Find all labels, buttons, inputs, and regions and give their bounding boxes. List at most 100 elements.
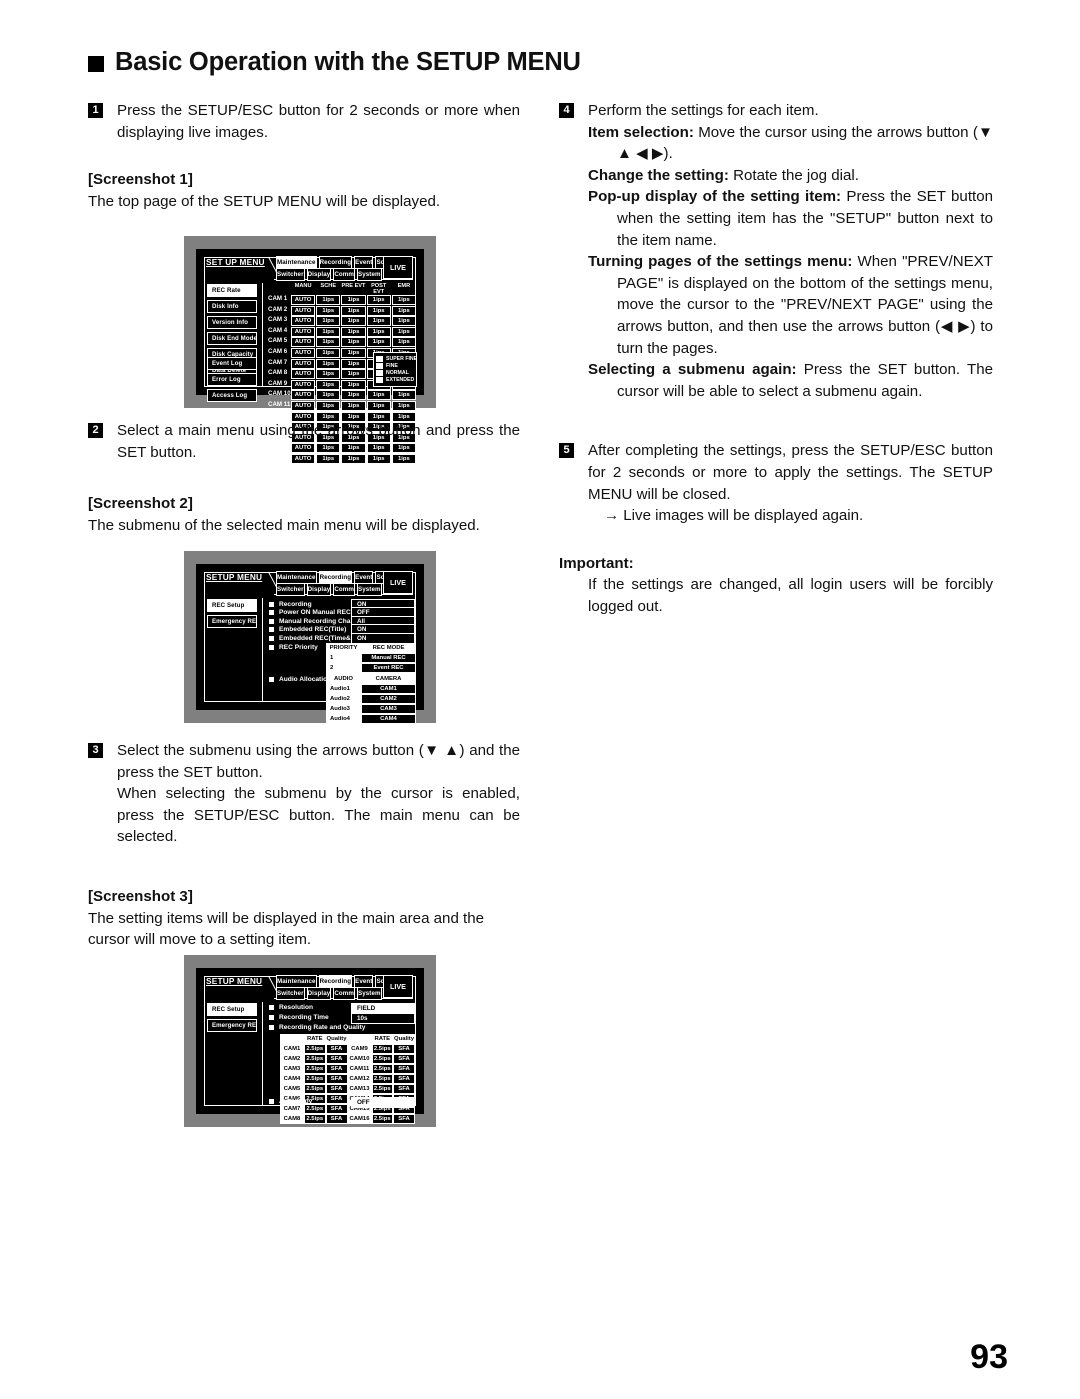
priority-mode[interactable]: Event REC [361,663,416,673]
rate-cell[interactable]: 1ips [341,326,366,337]
sidebar-item-emergency-rec[interactable]: Emergency REC [207,615,257,628]
rate-cell[interactable]: AUTO [291,316,316,327]
rate-cell[interactable]: 1ips [316,326,341,337]
rate-cell[interactable]: 1ips [366,316,391,327]
tab-switcher[interactable]: Switcher [276,268,305,281]
auto-copy-value[interactable]: OFF [351,1097,415,1108]
live-button-2[interactable]: LIVE [383,571,413,594]
rate-value[interactable]: 2.5ips [371,1074,393,1084]
sidebar-item-version-info[interactable]: Version Info [207,316,257,329]
sidebar-2[interactable]: REC Setup Emergency REC [207,599,257,631]
rate-value[interactable]: 2.5ips [304,1054,326,1064]
tab-row-1b[interactable]: Switcher Display Comm System [276,268,382,281]
rate-value[interactable]: 2.5ips [304,1104,326,1114]
tab-display[interactable]: Display [306,583,332,596]
tab-comm[interactable]: Comm [333,987,355,1000]
rate-cell[interactable]: 1ips [391,337,416,348]
rate-value[interactable]: 2.5ips [371,1064,393,1074]
quality-value[interactable]: SFA [393,1044,415,1054]
rate-value[interactable]: 2.5ips [304,1044,326,1054]
rate-value[interactable]: 2.5ips [304,1114,326,1124]
rate-cell[interactable]: 1ips [341,369,366,380]
tab-row-2b[interactable]: Switcher Display Comm System [276,583,382,596]
rate-value[interactable]: 2.5ips [304,1064,326,1074]
rate-cell[interactable]: 1ips [316,400,341,411]
tab-system[interactable]: System [356,987,382,1000]
rate-value[interactable]: 2.5ips [371,1054,393,1064]
rate-value[interactable]: 2.5ips [304,1074,326,1084]
rate-value[interactable]: 2.5ips [371,1044,393,1054]
quality-value[interactable]: SFA [325,1074,348,1084]
sidebar-item-rec-setup[interactable]: REC Setup [207,1003,257,1016]
quality-value[interactable]: SFA [325,1084,348,1094]
quality-value[interactable]: SFA [393,1084,415,1094]
sidebar-item-emergency-rec[interactable]: Emergency REC [207,1019,257,1032]
quality-value[interactable]: SFA [393,1064,415,1074]
tab-comm[interactable]: Comm [333,583,355,596]
rate-cell[interactable]: 1ips [366,337,391,348]
rate-cell[interactable]: 1ips [316,379,341,390]
rate-cell[interactable]: AUTO [291,400,316,411]
rate-cell[interactable]: 1ips [341,400,366,411]
audio-camera[interactable]: CAM2 [361,694,416,704]
sidebar-item-disk-end-mode[interactable]: Disk End Mode [207,332,257,345]
sidebar-item-error-log[interactable]: Error Log [207,373,257,386]
rate-cell[interactable]: AUTO [291,347,316,358]
audio-allocation-table[interactable]: AUDIO CAMERA Audio1 CAM1 Audio2 CAM2 Audio3 C… [326,674,416,724]
sidebar-item-access-log[interactable]: Access Log [207,389,257,402]
rate-cell[interactable]: 1ips [316,316,341,327]
rate-cell[interactable]: 1ips [366,390,391,401]
audio-camera[interactable]: CAM3 [361,704,416,714]
quality-value[interactable]: SFA [393,1054,415,1064]
sidebar-item-rec-rate[interactable]: REC Rate [207,284,257,297]
rate-cell[interactable]: 1ips [391,295,416,305]
quality-value[interactable]: SFA [325,1094,348,1104]
sidebar-item-disk-info[interactable]: Disk Info [207,300,257,313]
rate-cell[interactable]: AUTO [291,369,316,380]
tab-display[interactable]: Display [306,268,332,281]
rate-cell[interactable]: 1ips [391,390,416,401]
audio-camera[interactable]: CAM1 [361,684,416,694]
sidebar-3[interactable]: REC Setup Emergency REC [207,1003,257,1035]
rate-value[interactable]: 2.5ips [371,1084,393,1094]
rate-cell[interactable]: 1ips [316,337,341,348]
rate-cell[interactable]: AUTO [291,390,316,401]
sidebar-item-rec-setup[interactable]: REC Setup [207,599,257,612]
tab-comm[interactable]: Comm [333,268,355,281]
rate-cell[interactable]: AUTO [291,379,316,390]
audio-camera[interactable]: CAM4 [361,714,416,724]
quality-value[interactable]: SFA [393,1074,415,1084]
recording-time-value[interactable]: 10s [351,1013,415,1024]
rate-cell[interactable]: 1ips [316,369,341,380]
tab-switcher[interactable]: Switcher [276,583,305,596]
rate-cell[interactable]: AUTO [291,295,316,305]
rate-cell[interactable]: 1ips [316,358,341,369]
live-button-1[interactable]: LIVE [383,256,413,279]
rate-cell[interactable]: 1ips [341,316,366,327]
quality-value[interactable]: SFA [325,1104,348,1114]
rate-cell[interactable]: 1ips [341,347,366,358]
rate-quality-table[interactable]: RATE Quality RATE Quality CAM1 2.5ips SFA C… [280,1034,415,1124]
rate-cell[interactable]: 1ips [366,305,391,316]
tab-row-3b[interactable]: Switcher Display Comm System [276,987,382,1000]
rate-cell[interactable]: 1ips [366,326,391,337]
rate-cell[interactable]: 1ips [391,316,416,327]
rate-cell[interactable]: 1ips [391,305,416,316]
rate-cell[interactable]: 1ips [391,326,416,337]
quality-value[interactable]: SFA [325,1054,348,1064]
rate-value[interactable]: 2.5ips [371,1114,393,1124]
rate-cell[interactable]: 1ips [316,390,341,401]
rate-cell[interactable]: AUTO [291,358,316,369]
live-button-3[interactable]: LIVE [383,975,413,998]
tab-system[interactable]: System [356,583,382,596]
rate-cell[interactable]: 1ips [316,305,341,316]
sidebar-item-event-log[interactable]: Event Log [207,357,257,370]
rate-cell[interactable]: 1ips [341,379,366,390]
sidebar-1-logs[interactable]: Event Log Error Log Access Log [207,357,257,405]
rate-cell[interactable]: 1ips [341,295,366,305]
quality-value[interactable]: SFA [325,1064,348,1074]
rate-cell[interactable]: AUTO [291,305,316,316]
rate-cell[interactable]: 1ips [341,337,366,348]
tab-switcher[interactable]: Switcher [276,987,305,1000]
tab-display[interactable]: Display [306,987,332,1000]
